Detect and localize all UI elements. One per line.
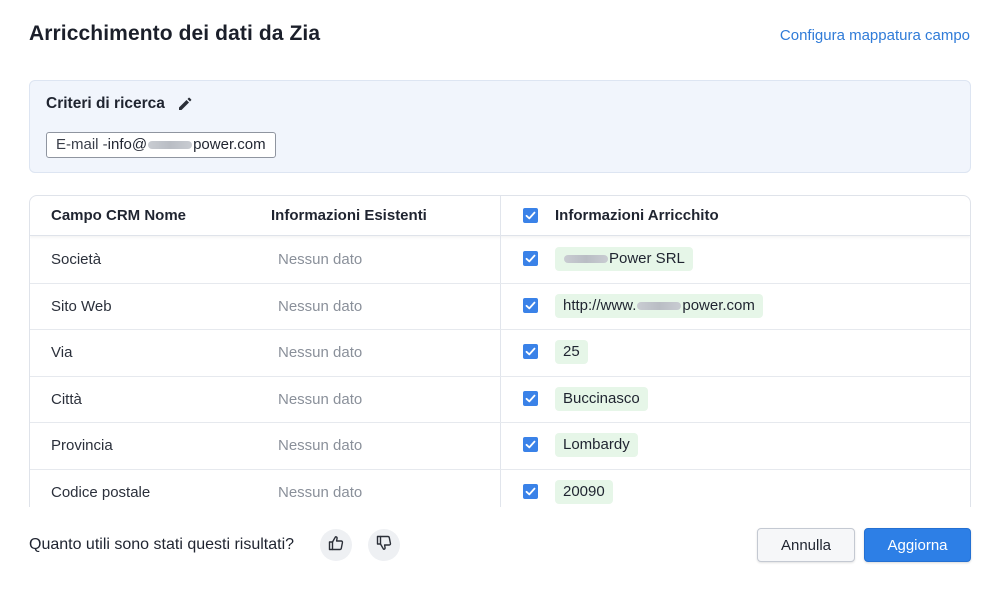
- enriched-value-text: 25: [563, 343, 580, 361]
- table-row: Società Nessun dato Power SRL: [30, 237, 970, 284]
- row-enriched-value: http://www. power.com: [555, 293, 763, 318]
- configure-field-mapping-link[interactable]: Configura mappatura campo: [780, 27, 970, 44]
- row-existing-value: Nessun dato: [278, 251, 363, 268]
- row-enriched-value: Buccinasco: [555, 386, 648, 411]
- redacted-text: [637, 301, 682, 310]
- row-existing-value: Nessun dato: [278, 390, 363, 408]
- enriched-value-text: Power SRL: [609, 250, 685, 267]
- row-checkbox[interactable]: [523, 251, 538, 266]
- cancel-button[interactable]: Annulla: [757, 528, 855, 562]
- redacted-text: [148, 141, 193, 149]
- row-enriched-value: 25: [555, 340, 588, 365]
- table-row: Codice postale Nessun dato 20090: [30, 470, 970, 507]
- row-checkbox[interactable]: [523, 390, 538, 406]
- column-header-field: Campo CRM Nome: [51, 207, 187, 224]
- search-email-chip: E-mail - info@ power.com: [46, 132, 276, 158]
- feedback-question: Quanto utili sono stati questi risultati…: [29, 536, 295, 553]
- row-field-name: Provincia: [51, 437, 113, 455]
- row-existing-value: Nessun dato: [278, 484, 363, 501]
- row-existing-value: Nessun dato: [278, 437, 363, 455]
- row-checkbox[interactable]: [523, 297, 538, 313]
- enriched-value-text: 20090: [563, 483, 605, 500]
- row-checkbox[interactable]: [523, 484, 538, 499]
- row-checkbox[interactable]: [523, 344, 538, 360]
- email-chip-suffix: power.com: [193, 136, 266, 153]
- row-enriched-value: Power SRL: [555, 247, 693, 271]
- update-button[interactable]: Aggiorna: [864, 528, 971, 562]
- select-all-checkbox[interactable]: [523, 208, 538, 223]
- row-field-name: Via: [51, 344, 73, 362]
- row-field-name: Codice postale: [51, 484, 151, 501]
- thumbs-up-button[interactable]: [320, 529, 352, 561]
- table-row: Via Nessun dato 25: [30, 330, 970, 377]
- enriched-value-text: Buccinasco: [563, 389, 640, 407]
- thumbs-down-button[interactable]: [368, 529, 400, 561]
- redacted-text: [564, 255, 608, 264]
- row-field-name: Sito Web: [51, 297, 112, 315]
- email-chip-label: E-mail -: [56, 136, 108, 153]
- enriched-value-text: Lombardy: [563, 436, 630, 454]
- search-criteria-panel: Criteri di ricerca E-mail - info@ power.…: [29, 80, 971, 173]
- enrichment-table: Campo CRM Nome Informazioni Esistenti In…: [29, 195, 971, 507]
- column-header-enriched: Informazioni Arricchito: [555, 207, 719, 224]
- table-row: Sito Web Nessun dato http://www. power.com: [30, 284, 970, 331]
- dialog-title: Arricchimento dei dati da Zia: [29, 22, 321, 45]
- enrichment-dialog: Arricchimento dei dati da Zia Configura …: [0, 0, 1000, 590]
- enriched-value-prefix: http://www.: [563, 296, 637, 314]
- table-row: Città Nessun dato Buccinasco: [30, 377, 970, 424]
- row-existing-value: Nessun dato: [278, 344, 363, 362]
- pencil-icon[interactable]: [177, 96, 193, 112]
- table-row: Provincia Nessun dato Lombardy: [30, 423, 970, 470]
- thumbs-down-icon: [375, 534, 393, 557]
- row-enriched-value: 20090: [555, 480, 613, 504]
- column-header-existing: Informazioni Esistenti: [271, 207, 427, 224]
- enriched-value-text: power.com: [682, 296, 755, 314]
- row-existing-value: Nessun dato: [278, 297, 363, 315]
- email-chip-prefix: info@: [107, 136, 148, 153]
- row-field-name: Città: [51, 390, 82, 408]
- row-enriched-value: Lombardy: [555, 433, 638, 458]
- thumbs-up-icon: [327, 534, 345, 557]
- row-field-name: Società: [51, 251, 102, 268]
- row-checkbox[interactable]: [523, 437, 538, 453]
- search-criteria-title: Criteri di ricerca: [46, 95, 165, 112]
